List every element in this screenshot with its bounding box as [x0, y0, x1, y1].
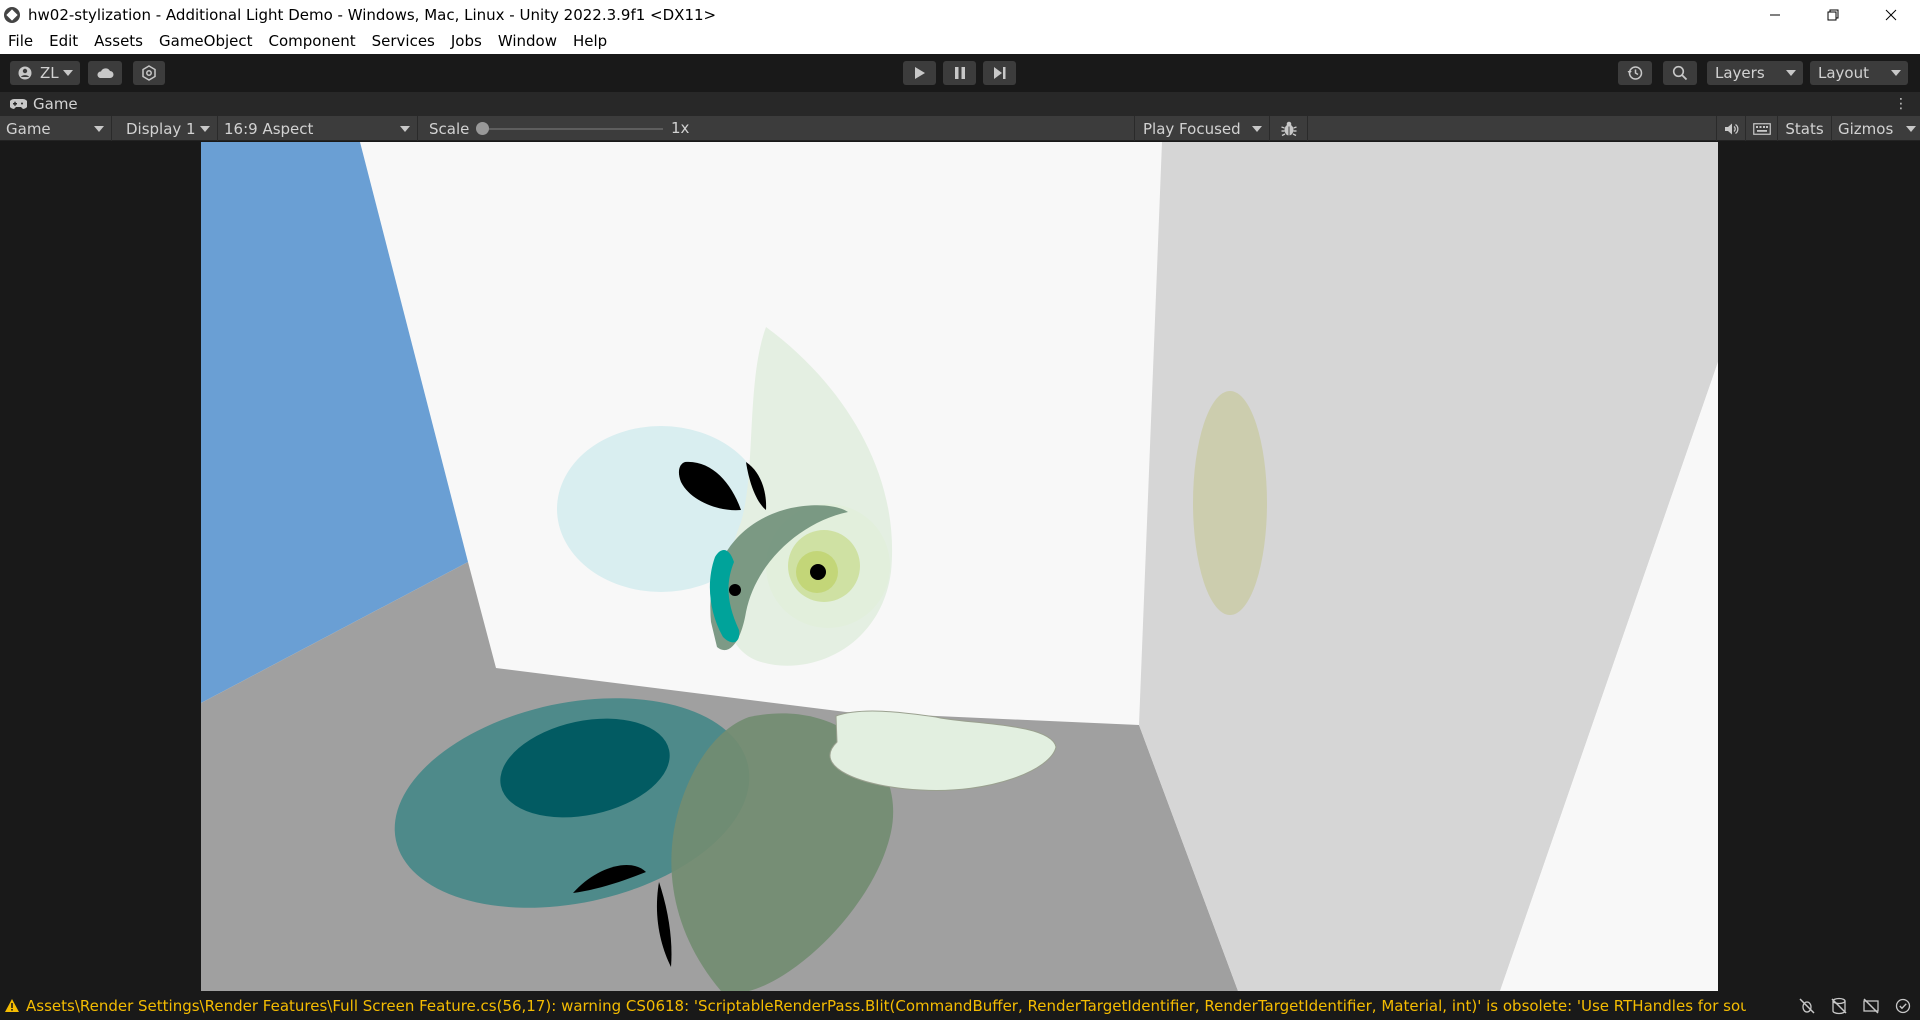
cache-server-button[interactable] [1828, 996, 1850, 1016]
dark-pupil [810, 564, 826, 580]
pause-button[interactable] [943, 61, 976, 85]
play-button[interactable] [903, 61, 936, 85]
menu-assets[interactable]: Assets [86, 29, 151, 54]
menu-edit[interactable]: Edit [41, 29, 86, 54]
search-button[interactable] [1663, 61, 1697, 85]
main-toolbar: ZL Layers Layout [0, 54, 1920, 92]
menu-gameobject[interactable]: GameObject [151, 29, 261, 54]
chevron-down-icon [1252, 126, 1262, 132]
scale-label: Scale [429, 119, 470, 138]
bug-off-icon [1799, 998, 1815, 1014]
dark-dot [729, 584, 741, 596]
aspect-select-value: 16:9 Aspect [224, 119, 314, 138]
chevron-down-icon [63, 70, 73, 76]
close-button[interactable] [1862, 0, 1920, 29]
menu-component[interactable]: Component [261, 29, 364, 54]
database-icon [1831, 997, 1847, 1015]
play-mode-value: Play Focused [1143, 119, 1241, 138]
chevron-down-icon [1786, 70, 1796, 76]
gizmos-dropdown[interactable]: Gizmos [1832, 116, 1920, 141]
display-select[interactable]: Display 1 [118, 116, 218, 141]
account-label: ZL [40, 64, 59, 82]
layout-label: Layout [1818, 64, 1869, 82]
layers-dropdown[interactable]: Layers [1707, 61, 1803, 85]
lighting-off-icon [1863, 998, 1879, 1014]
chevron-down-icon [400, 126, 410, 132]
scale-slider-track[interactable] [480, 128, 663, 130]
game-tab-header: Game ⋮ [0, 92, 1920, 116]
menu-bar: File Edit Assets GameObject Component Se… [0, 29, 1920, 54]
account-dropdown[interactable]: ZL [10, 61, 80, 85]
step-icon [993, 67, 1005, 79]
undo-history-button[interactable] [1618, 61, 1652, 85]
view-select-value: Game [6, 119, 51, 138]
restore-icon [1827, 9, 1839, 20]
frame-debugger-button[interactable] [1270, 116, 1308, 141]
mute-audio-button[interactable] [1716, 116, 1746, 141]
speaker-icon [1724, 123, 1738, 134]
pause-icon [954, 67, 965, 79]
search-icon [1672, 65, 1688, 81]
game-render[interactable] [201, 142, 1718, 991]
menu-help[interactable]: Help [565, 29, 615, 54]
game-view-toolbar: Game Display 1 16:9 Aspect Scale 1x Play… [0, 116, 1920, 141]
chevron-down-icon [1891, 70, 1901, 76]
chevron-down-icon [200, 126, 210, 132]
debug-mode-button[interactable] [1796, 996, 1818, 1016]
progress-status-button[interactable] [1892, 996, 1914, 1016]
play-icon [914, 67, 925, 79]
gizmos-label: Gizmos [1838, 119, 1894, 138]
menu-window[interactable]: Window [490, 29, 565, 54]
close-icon [1885, 9, 1897, 20]
console-message[interactable]: Assets\Render Settings\Render Features\F… [26, 997, 1746, 1015]
game-scene-render [201, 142, 1718, 991]
account-icon [18, 66, 32, 80]
wall-light-spot [1193, 391, 1267, 615]
layout-dropdown[interactable]: Layout [1810, 61, 1908, 85]
game-viewport[interactable] [0, 142, 1920, 991]
minimize-button[interactable] [1746, 0, 1804, 29]
aspect-select[interactable]: 16:9 Aspect [218, 116, 418, 141]
view-select[interactable]: Game [0, 116, 112, 141]
cloud-button[interactable] [88, 61, 122, 85]
menu-services[interactable]: Services [364, 29, 443, 54]
bug-icon [1280, 121, 1297, 136]
keyboard-icon [1752, 122, 1771, 135]
chevron-down-icon [1906, 126, 1916, 132]
services-button[interactable] [133, 61, 165, 85]
tab-game[interactable]: Game [0, 92, 78, 116]
unity-logo-icon [4, 6, 20, 23]
gamepad-icon [10, 99, 27, 109]
more-options-icon[interactable]: ⋮ [1894, 96, 1908, 112]
cloud-icon [97, 68, 114, 78]
console-status-bar[interactable]: Assets\Render Settings\Render Features\F… [0, 991, 1920, 1020]
history-icon [1627, 66, 1643, 80]
status-icons [1796, 996, 1914, 1016]
scale-value: 1x [671, 119, 690, 137]
stats-button[interactable]: Stats [1778, 116, 1832, 141]
play-mode-select[interactable]: Play Focused [1134, 116, 1270, 141]
window-title-bar: hw02-stylization - Additional Light Demo… [0, 0, 1920, 29]
collab-icon [142, 65, 156, 81]
auto-generate-lighting-button[interactable] [1860, 996, 1882, 1016]
warning-icon [5, 999, 19, 1012]
menu-file[interactable]: File [0, 29, 41, 54]
window-title: hw02-stylization - Additional Light Demo… [28, 5, 717, 24]
step-button[interactable] [983, 61, 1016, 85]
tab-game-label: Game [33, 95, 78, 113]
chevron-down-icon [94, 126, 104, 132]
stats-label: Stats [1785, 119, 1824, 138]
menu-jobs[interactable]: Jobs [443, 29, 490, 54]
layers-label: Layers [1715, 64, 1765, 82]
scale-slider-thumb[interactable] [476, 122, 489, 135]
restore-button[interactable] [1804, 0, 1862, 29]
shortcuts-button[interactable] [1746, 116, 1778, 141]
minimize-icon [1770, 14, 1780, 15]
check-circle-icon [1895, 998, 1911, 1014]
display-select-value: Display 1 [126, 119, 196, 138]
